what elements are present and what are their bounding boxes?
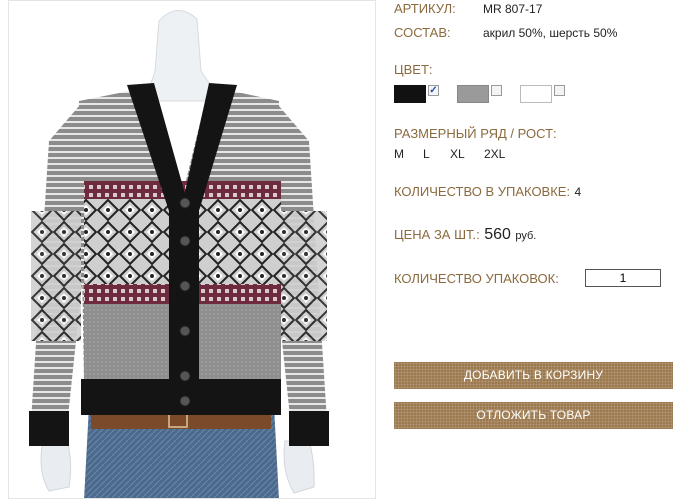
packs-quantity-input[interactable] <box>585 269 661 287</box>
size-label: РАЗМЕРНЫЙ РЯД / РОСТ: <box>394 126 557 141</box>
color-swatch-black[interactable] <box>394 85 426 103</box>
size-2xl: 2XL <box>484 147 506 161</box>
pack-qty-row: КОЛИЧЕСТВО В УПАКОВКЕ: 4 <box>394 183 581 201</box>
postpone-button[interactable]: ОТЛОЖИТЬ ТОВАР <box>394 402 673 429</box>
color-label: ЦВЕТ: <box>394 62 433 77</box>
size-m: M <box>394 147 404 161</box>
add-to-cart-button[interactable]: ДОБАВИТЬ В КОРЗИНУ <box>394 362 673 389</box>
composition-label: СОСТАВ: <box>394 25 451 40</box>
price-value: 560 <box>484 226 511 243</box>
composition-value: акрил 50%, шерсть 50% <box>483 26 618 40</box>
color-swatch-white[interactable] <box>520 85 552 103</box>
color-checkbox-white[interactable] <box>554 85 565 96</box>
size-xl: XL <box>450 147 465 161</box>
cardigan-image <box>29 10 329 498</box>
size-l: L <box>423 147 430 161</box>
pack-qty-value: 4 <box>574 185 582 199</box>
color-checkbox-grey[interactable] <box>491 85 502 96</box>
product-photo[interactable] <box>8 0 376 499</box>
color-swatch-grey[interactable] <box>457 85 489 103</box>
price-currency: руб. <box>515 230 537 242</box>
pack-qty-label: КОЛИЧЕСТВО В УПАКОВКЕ: <box>394 184 571 199</box>
price-label: ЦЕНА ЗА ШТ.: <box>394 227 480 242</box>
price-row: ЦЕНА ЗА ШТ.: 560 руб. <box>394 226 536 244</box>
color-checkbox-black[interactable]: ✓ <box>428 85 439 96</box>
article-value: MR 807-17 <box>483 2 543 16</box>
article-label: АРТИКУЛ: <box>394 1 456 16</box>
packs-label: КОЛИЧЕСТВО УПАКОВОК: <box>394 271 559 286</box>
